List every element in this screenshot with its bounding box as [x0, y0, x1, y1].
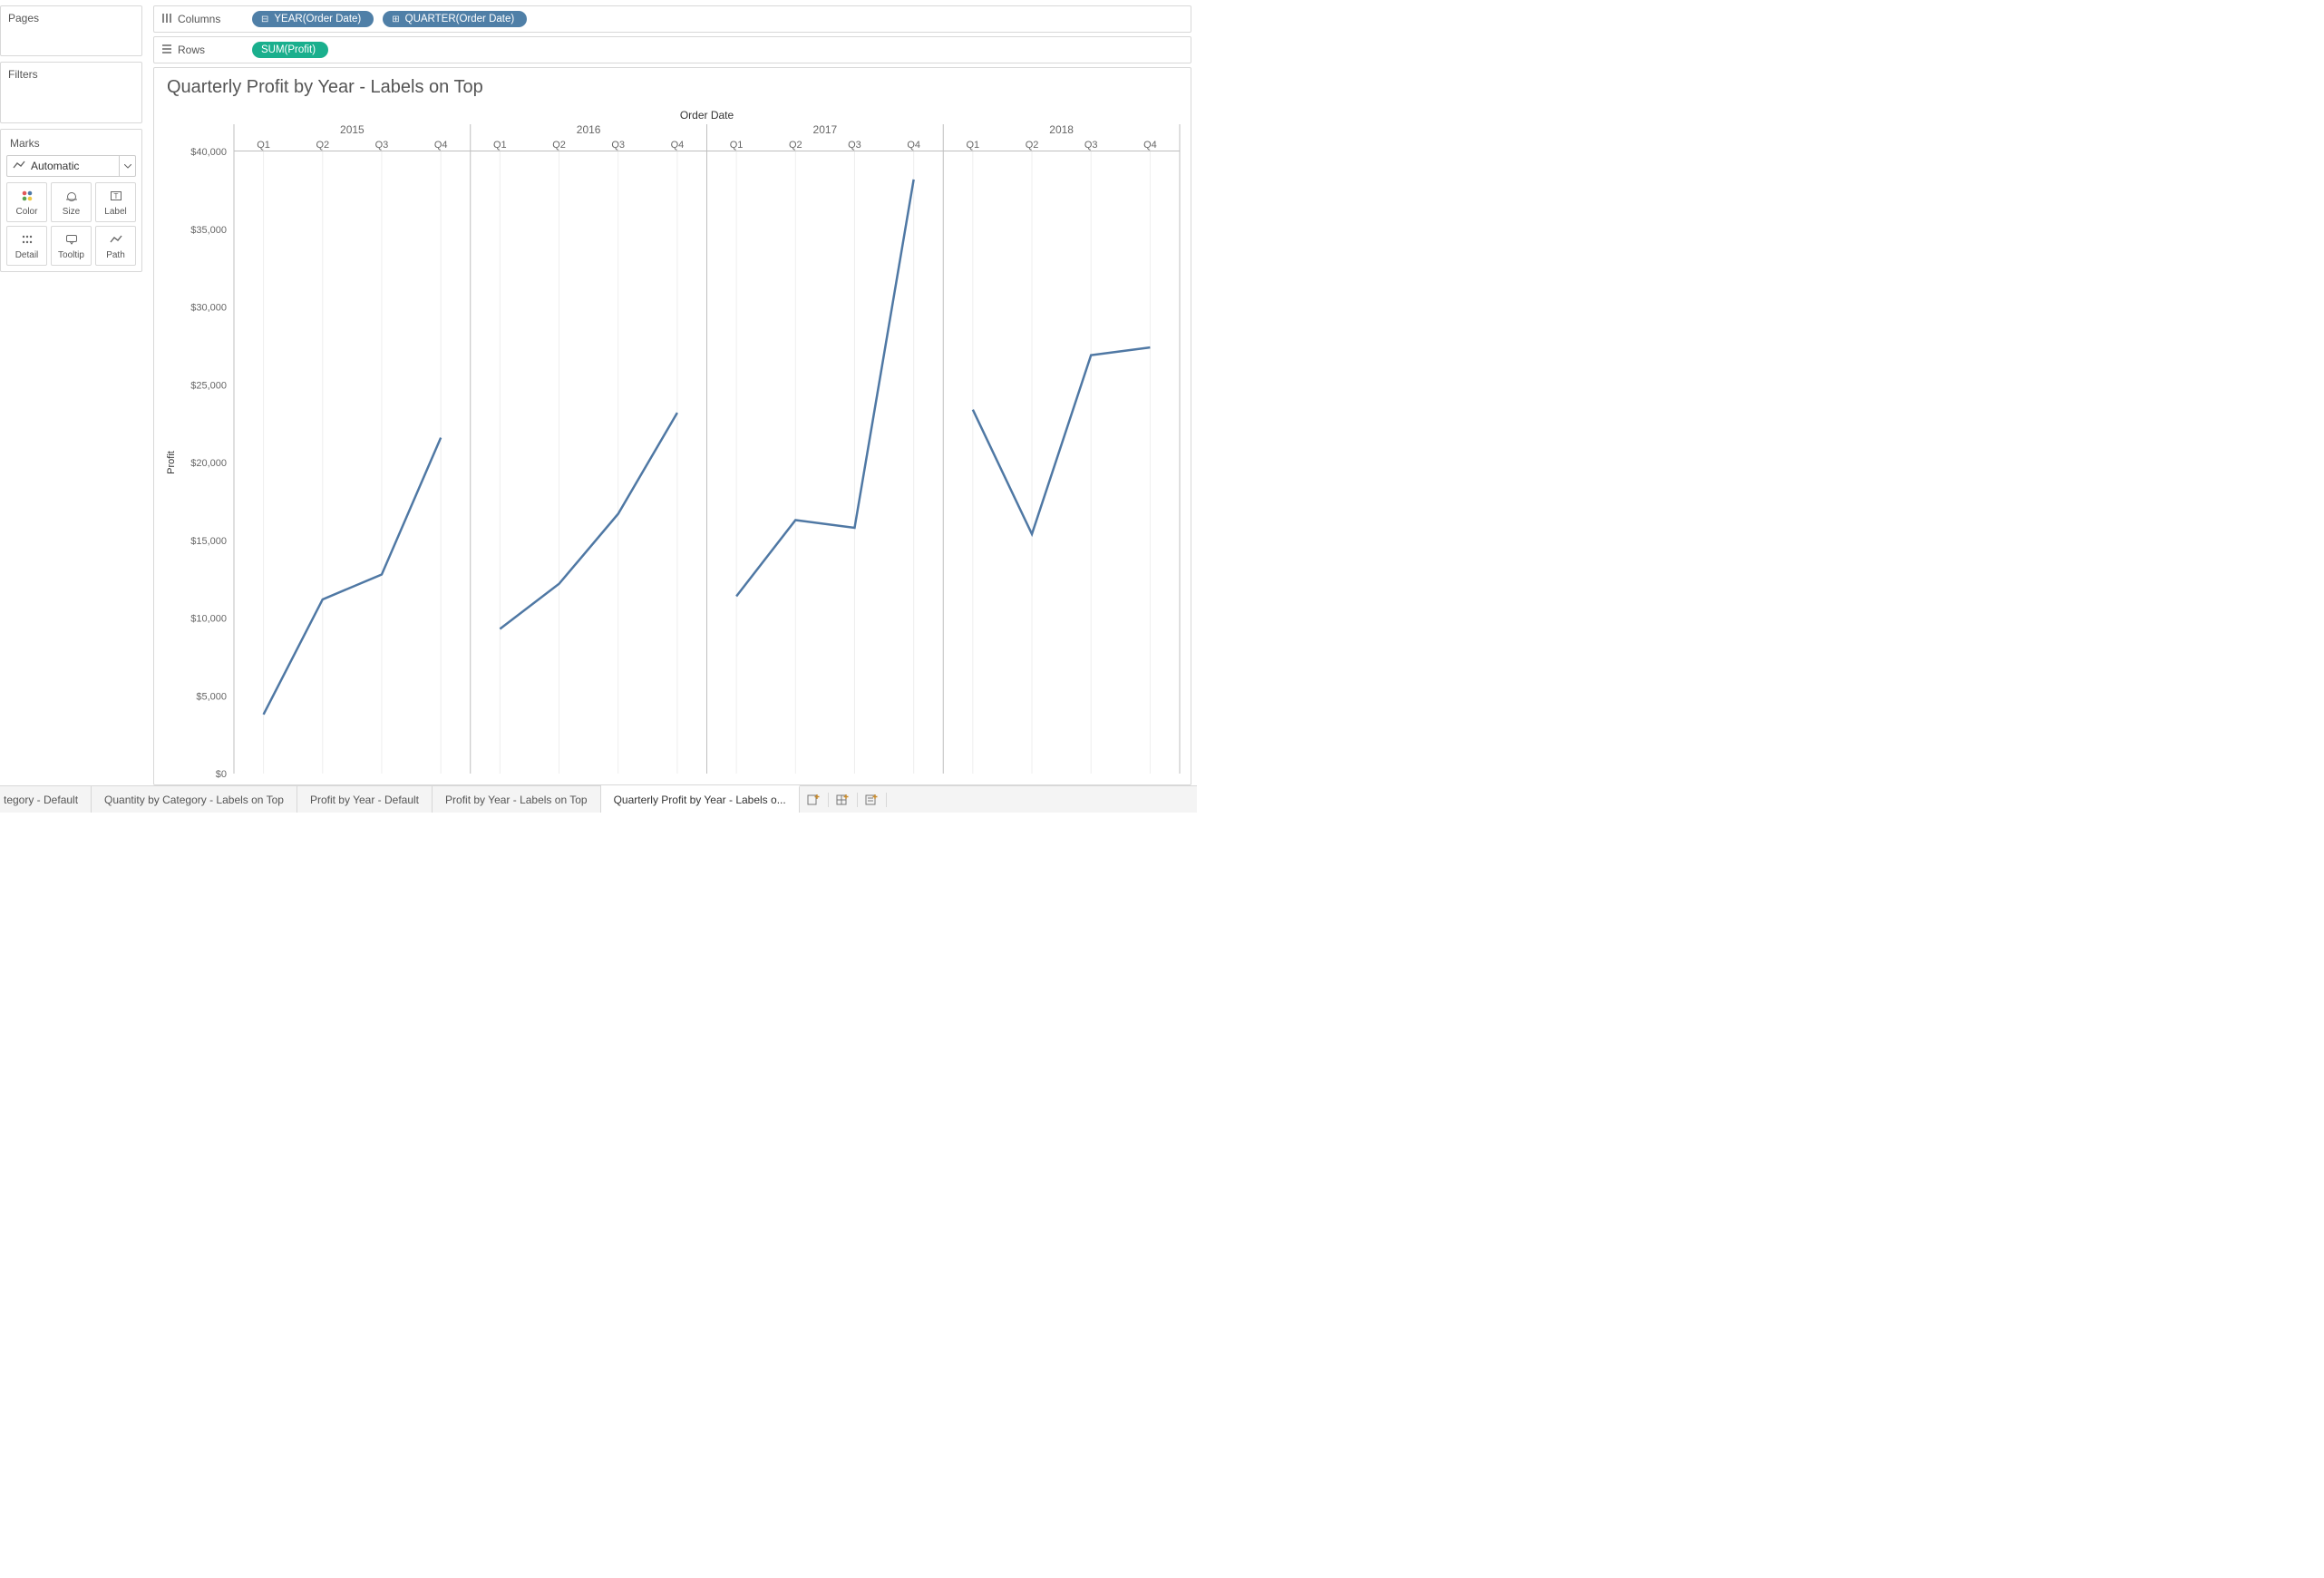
- svg-text:$5,000: $5,000: [196, 691, 227, 702]
- svg-text:Q4: Q4: [907, 140, 920, 151]
- expand-icon: ⊞: [392, 15, 399, 24]
- path-icon: [109, 232, 123, 247]
- rows-shelf[interactable]: Rows SUM(Profit): [153, 36, 1191, 63]
- chevron-down-icon: [119, 156, 135, 176]
- svg-text:$35,000: $35,000: [190, 225, 227, 236]
- svg-text:$25,000: $25,000: [190, 380, 227, 391]
- svg-text:$20,000: $20,000: [190, 458, 227, 469]
- columns-icon: [161, 13, 172, 26]
- marks-path-label: Path: [106, 250, 125, 260]
- mark-type-dropdown[interactable]: Automatic: [6, 155, 136, 177]
- svg-text:Q2: Q2: [1026, 140, 1039, 151]
- svg-text:Q1: Q1: [730, 140, 744, 151]
- svg-text:Q4: Q4: [434, 140, 448, 151]
- chart-viewport: Quarterly Profit by Year - Labels on Top…: [153, 67, 1191, 785]
- mark-type-label: Automatic: [31, 160, 79, 172]
- rows-icon: [161, 44, 172, 57]
- marks-path[interactable]: Path: [95, 226, 136, 266]
- svg-text:2015: 2015: [340, 123, 365, 136]
- pill-sum-profit[interactable]: SUM(Profit): [252, 42, 328, 58]
- tab-profit-by-year-labels[interactable]: Profit by Year - Labels on Top: [433, 786, 601, 813]
- chart-title: Quarterly Profit by Year - Labels on Top: [161, 77, 1183, 103]
- columns-text: Columns: [178, 13, 220, 25]
- svg-text:T: T: [113, 192, 118, 200]
- marks-label-label: Label: [104, 207, 126, 217]
- new-story-button[interactable]: [858, 793, 887, 807]
- detail-icon: [20, 232, 34, 247]
- svg-text:2017: 2017: [813, 123, 838, 136]
- marks-tooltip[interactable]: Tooltip: [51, 226, 92, 266]
- svg-text:$15,000: $15,000: [190, 536, 227, 547]
- tab-quantity-by-category[interactable]: Quantity by Category - Labels on Top: [92, 786, 297, 813]
- rows-text: Rows: [178, 44, 205, 56]
- marks-detail[interactable]: Detail: [6, 226, 47, 266]
- marks-tooltip-label: Tooltip: [58, 250, 84, 260]
- tooltip-icon: [64, 232, 79, 247]
- size-icon: [64, 189, 79, 203]
- filters-shelf[interactable]: Filters: [0, 62, 142, 123]
- svg-text:Q4: Q4: [1143, 140, 1157, 151]
- marks-title: Marks: [6, 135, 136, 155]
- chart-svg: Order Date $0 $5,000 $10,000 $15,000 $20,000 $…: [161, 108, 1183, 779]
- svg-text:2018: 2018: [1049, 123, 1074, 136]
- collapse-icon: ⊟: [261, 15, 268, 24]
- svg-text:2016: 2016: [577, 123, 601, 136]
- svg-text:Q3: Q3: [375, 140, 389, 151]
- tab-quarterly-profit-labels[interactable]: Quarterly Profit by Year - Labels o...: [601, 785, 800, 813]
- svg-text:Q1: Q1: [493, 140, 507, 151]
- pages-title: Pages: [8, 12, 134, 50]
- label-icon: T: [109, 189, 123, 203]
- tab-profit-by-year-default[interactable]: Profit by Year - Default: [297, 786, 433, 813]
- svg-text:Q3: Q3: [1084, 140, 1098, 151]
- marks-card: Marks Automatic: [0, 129, 142, 272]
- pill-sum-label: SUM(Profit): [261, 44, 316, 55]
- svg-text:Q2: Q2: [316, 140, 329, 151]
- svg-text:Q2: Q2: [552, 140, 566, 151]
- svg-text:$30,000: $30,000: [190, 303, 227, 314]
- pill-quarter-label: QUARTER(Order Date): [405, 14, 515, 24]
- svg-text:Q1: Q1: [967, 140, 980, 151]
- pill-year-order-date[interactable]: ⊟ YEAR(Order Date): [252, 11, 374, 27]
- pill-quarter-order-date[interactable]: ⊞ QUARTER(Order Date): [383, 11, 527, 27]
- pill-year-label: YEAR(Order Date): [274, 14, 361, 24]
- svg-text:Q3: Q3: [848, 140, 861, 151]
- svg-text:$10,000: $10,000: [190, 614, 227, 625]
- marks-size-label: Size: [63, 207, 80, 217]
- sheet-tab-bar: tegory - Default Quantity by Category - …: [0, 785, 1197, 813]
- svg-text:Q1: Q1: [257, 140, 270, 151]
- filters-title: Filters: [8, 68, 134, 117]
- columns-shelf-label: Columns: [161, 13, 243, 26]
- marks-color[interactable]: Color: [6, 182, 47, 222]
- tab-partial-left[interactable]: tegory - Default: [0, 786, 92, 813]
- marks-size[interactable]: Size: [51, 182, 92, 222]
- color-icon: [20, 189, 34, 203]
- new-worksheet-button[interactable]: [800, 793, 829, 807]
- marks-color-label: Color: [16, 207, 38, 217]
- rows-shelf-label: Rows: [161, 44, 243, 57]
- columns-shelf[interactable]: Columns ⊟ YEAR(Order Date) ⊞ QUARTER(Ord…: [153, 5, 1191, 33]
- svg-text:Q3: Q3: [611, 140, 625, 151]
- svg-text:Q2: Q2: [789, 140, 802, 151]
- new-dashboard-button[interactable]: [829, 793, 858, 807]
- marks-detail-label: Detail: [15, 250, 39, 260]
- line-icon: [13, 160, 25, 172]
- svg-text:$0: $0: [216, 769, 227, 779]
- marks-label[interactable]: T Label: [95, 182, 136, 222]
- svg-text:Profit: Profit: [166, 451, 177, 474]
- svg-text:Q4: Q4: [671, 140, 685, 151]
- svg-text:$40,000: $40,000: [190, 147, 227, 158]
- svg-text:Order Date: Order Date: [680, 109, 734, 122]
- pages-shelf[interactable]: Pages: [0, 5, 142, 56]
